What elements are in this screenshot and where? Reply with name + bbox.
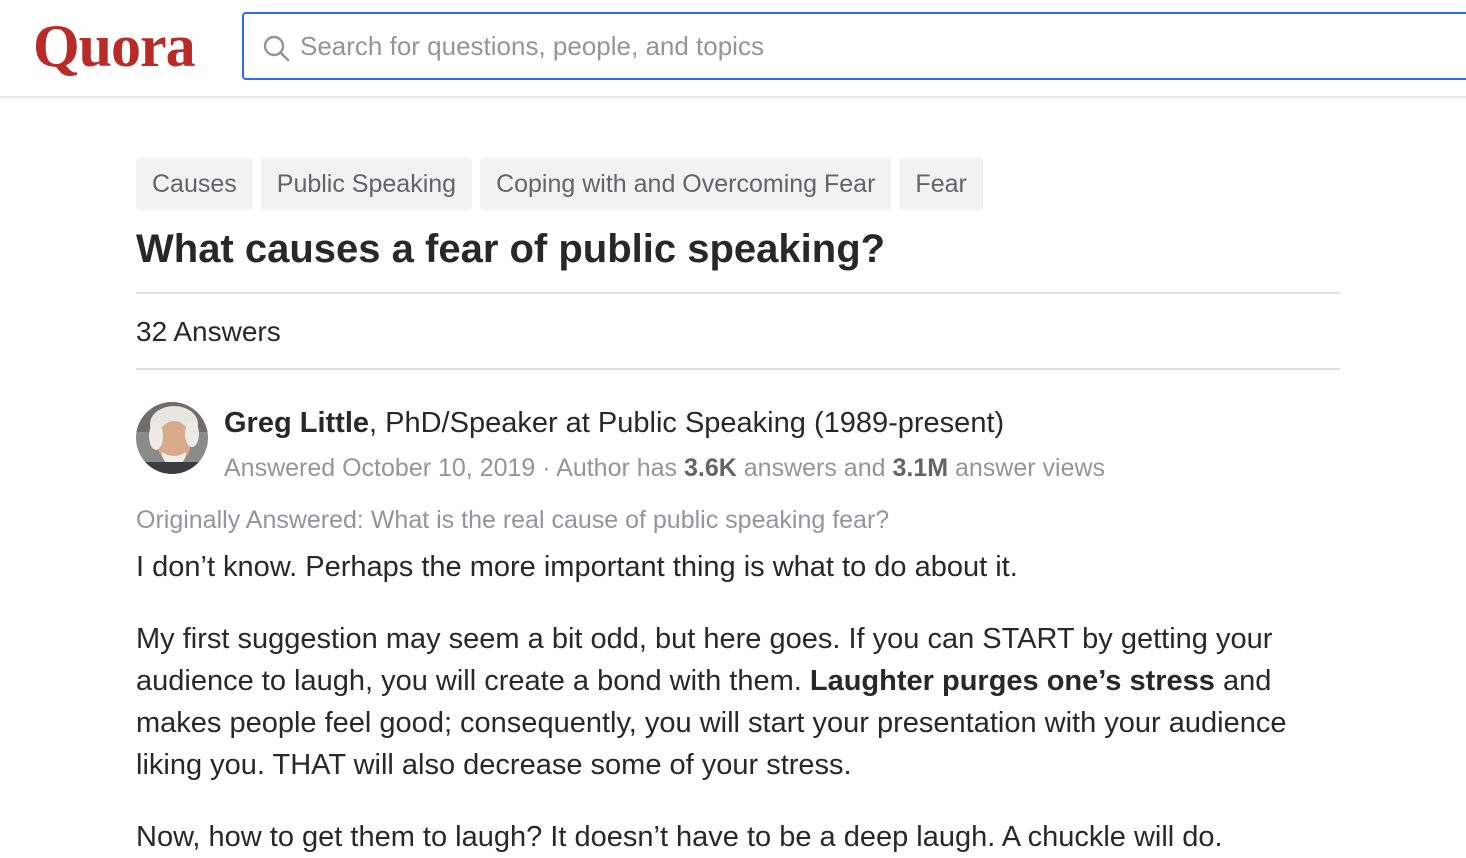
topic-coping-with-fear[interactable]: Coping with and Overcoming Fear: [480, 158, 892, 210]
question-page: Causes Public Speaking Coping with and O…: [136, 158, 1340, 853]
top-header: Quora: [0, 0, 1466, 98]
topic-list: Causes Public Speaking Coping with and O…: [136, 158, 1340, 210]
divider: [136, 292, 1340, 294]
meta-mid: answers and: [736, 454, 893, 482]
avatar-portrait: [136, 402, 208, 474]
meta-end: answer views: [948, 454, 1106, 482]
answer-paragraph-1: I don’t know. Perhaps the more important…: [136, 551, 1018, 583]
answers-count: 32 Answers: [136, 316, 281, 347]
divider: [136, 368, 1340, 370]
author-credential[interactable]: , PhD/Speaker at Public Speaking (1989-p…: [369, 407, 1004, 439]
answer-paragraph-2: My first suggestion may seem a bit odd, …: [136, 618, 1340, 786]
answer-meta: Answered October 10, 2019 · Author has 3…: [224, 450, 1105, 486]
search-input[interactable]: [300, 14, 1400, 78]
search-icon: [263, 35, 290, 62]
quora-logo[interactable]: Quora: [33, 14, 196, 78]
topic-causes[interactable]: Causes: [136, 158, 253, 210]
author-name[interactable]: Greg Little: [224, 407, 369, 439]
author-avatar[interactable]: [136, 402, 208, 474]
answered-date[interactable]: Answered October 10, 2019 · Author has: [224, 454, 684, 482]
topic-fear[interactable]: Fear: [899, 158, 983, 210]
originally-answered[interactable]: Originally Answered: What is the real ca…: [136, 502, 889, 538]
paragraph-2-bold: Laughter purges one’s stress: [809, 665, 1215, 697]
question-title[interactable]: What causes a fear of public speaking?: [136, 224, 885, 274]
author-line: Greg Little, PhD/Speaker at Public Speak…: [224, 402, 1004, 444]
answer-paragraph-3: Now, how to get them to laugh? It doesn’…: [136, 821, 1223, 853]
topic-public-speaking[interactable]: Public Speaking: [260, 158, 473, 210]
answers-total: 3.6K: [684, 454, 737, 482]
views-total: 3.1M: [892, 454, 949, 482]
search-box[interactable]: [242, 12, 1466, 80]
